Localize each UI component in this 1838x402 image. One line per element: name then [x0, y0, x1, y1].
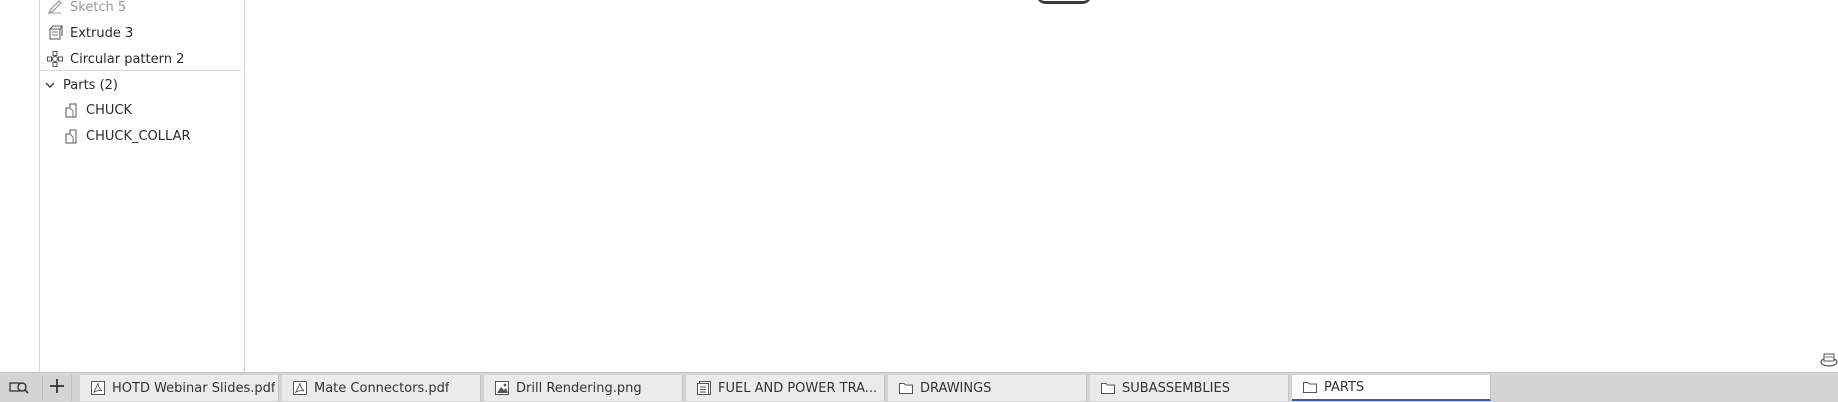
- graphics-viewport[interactable]: [246, 0, 1838, 372]
- tab-search-button[interactable]: [6, 377, 32, 401]
- folder-icon: [1302, 379, 1318, 395]
- tab-label: HOTD Webinar Slides.pdf: [112, 380, 276, 396]
- tab-label: FUEL AND POWER TRA...: [718, 380, 878, 396]
- feature-item-label: Sketch 5: [70, 0, 127, 15]
- tab-drawings[interactable]: DRAWINGS: [888, 375, 1087, 401]
- parts-group-header[interactable]: Parts (2): [40, 72, 245, 98]
- tab-label: PARTS: [1324, 379, 1365, 395]
- part-item-chuck[interactable]: CHUCK: [40, 97, 245, 123]
- pdf-icon: [90, 380, 106, 396]
- view-cube-icon[interactable]: [1816, 348, 1838, 370]
- part-item-label: CHUCK: [86, 102, 132, 118]
- folder-icon: [898, 380, 914, 396]
- tab-subassemblies[interactable]: SUBASSEMBLIES: [1090, 375, 1289, 401]
- document-icon: [696, 380, 712, 396]
- tab-label: SUBASSEMBLIES: [1122, 380, 1230, 396]
- feature-item-sketch-5[interactable]: Sketch 5: [40, 0, 245, 20]
- folder-icon: [1100, 380, 1116, 396]
- sketch-icon: [46, 0, 64, 16]
- tab-label: Mate Connectors.pdf: [314, 380, 450, 396]
- image-icon: [494, 380, 510, 396]
- part-item-chuck-collar[interactable]: CHUCK_COLLAR: [40, 123, 245, 149]
- extrude-icon: [46, 24, 64, 42]
- tab-hotd-webinar-slides[interactable]: HOTD Webinar Slides.pdf: [80, 375, 279, 401]
- left-rail: [0, 0, 40, 372]
- parts-group-label: Parts (2): [63, 77, 118, 93]
- feature-tree-divider: [40, 70, 241, 71]
- circular-pattern-icon: [46, 50, 64, 68]
- tab-drill-rendering[interactable]: Drill Rendering.png: [484, 375, 683, 401]
- feature-item-circular-pattern-2[interactable]: Circular pattern 2: [40, 46, 245, 72]
- feature-item-extrude-3[interactable]: Extrude 3: [40, 20, 245, 46]
- part-item-label: CHUCK_COLLAR: [86, 128, 191, 144]
- model-edge-fragment: [1036, 0, 1092, 4]
- tab-parts[interactable]: PARTS: [1292, 375, 1491, 401]
- feature-item-label: Extrude 3: [70, 25, 134, 41]
- document-tab-bar: HOTD Webinar Slides.pdf Mate Connectors.…: [0, 372, 1838, 402]
- part-icon: [62, 101, 80, 119]
- tab-fuel-and-power-tra[interactable]: FUEL AND POWER TRA...: [686, 375, 885, 401]
- plus-icon: [49, 378, 65, 398]
- tab-label: Drill Rendering.png: [516, 380, 642, 396]
- feature-item-label: Circular pattern 2: [70, 51, 185, 67]
- add-tab-button[interactable]: [42, 375, 72, 401]
- pdf-icon: [292, 380, 308, 396]
- tab-label: DRAWINGS: [920, 380, 992, 396]
- chevron-down-icon[interactable]: [43, 76, 57, 94]
- feature-tree-panel: Sketch 5 Extrude 3 Circular pattern 2 Pa…: [40, 0, 245, 372]
- part-icon: [62, 127, 80, 145]
- search-tabs-icon: [9, 379, 29, 399]
- tab-mate-connectors[interactable]: Mate Connectors.pdf: [282, 375, 481, 401]
